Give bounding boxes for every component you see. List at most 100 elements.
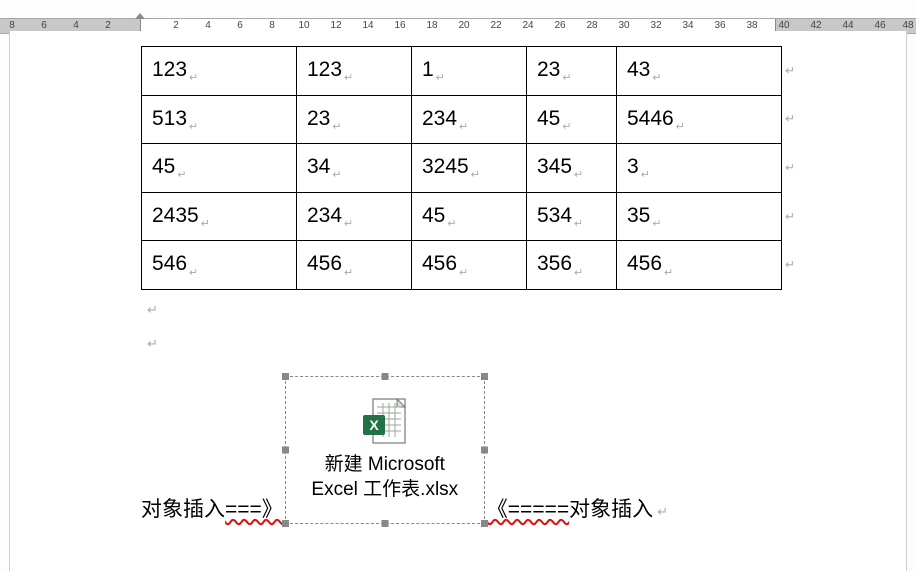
resize-handle-mid-left[interactable]: [282, 446, 289, 453]
cell-end-mark: ↵: [177, 169, 186, 181]
cell-end-mark: ↵: [652, 72, 661, 84]
ruler-number: 44: [838, 20, 858, 31]
table-cell[interactable]: 123↵: [297, 47, 412, 96]
resize-handle-bottom-left[interactable]: [282, 520, 289, 527]
cell-end-mark: ↵: [344, 267, 353, 279]
table-cell[interactable]: 1↵: [412, 47, 527, 96]
ruler-number: 36: [710, 20, 730, 31]
resize-handle-bottom-mid[interactable]: [381, 520, 388, 527]
ruler-number: 26: [550, 20, 570, 31]
table-cell[interactable]: 34↵: [297, 144, 412, 193]
cell-end-mark: ↵: [189, 267, 198, 279]
first-line-indent-marker[interactable]: [135, 13, 145, 19]
cell-value: 234: [422, 107, 457, 130]
cell-value: 123: [307, 58, 342, 81]
row-end-mark: ↵: [785, 111, 795, 128]
table-cell[interactable]: 35↵↵: [617, 192, 782, 241]
cell-end-mark: ↵: [574, 169, 583, 181]
cell-value: 2435: [152, 204, 199, 227]
cell-end-mark: ↵: [574, 218, 583, 230]
ruler-number: 22: [486, 20, 506, 31]
cell-value: 23: [307, 107, 330, 130]
table-cell[interactable]: 546↵: [142, 241, 297, 290]
resize-handle-top-mid[interactable]: [381, 373, 388, 380]
cell-value: 45: [152, 155, 175, 178]
table-cell[interactable]: 456↵↵: [617, 241, 782, 290]
embedded-excel-object[interactable]: X 新建 Microsoft Excel 工作表.xlsx: [285, 376, 485, 524]
data-table[interactable]: 123↵123↵1↵23↵43↵↵513↵23↵234↵45↵5446↵↵45↵…: [141, 46, 782, 290]
ruler-number: 6: [230, 20, 250, 31]
cell-end-mark: ↵: [189, 72, 198, 84]
cell-value: 456: [422, 252, 457, 275]
ruler-number: 20: [454, 20, 474, 31]
text-after-object: 《=====对象插入↵: [487, 495, 668, 524]
table-cell[interactable]: 456↵: [297, 241, 412, 290]
resize-handle-mid-right[interactable]: [481, 446, 488, 453]
resize-handle-top-left[interactable]: [282, 373, 289, 380]
table-row: 513↵23↵234↵45↵5446↵↵: [142, 95, 782, 144]
ruler-number: 4: [198, 20, 218, 31]
table-row: 45↵34↵3245↵345↵3↵↵: [142, 144, 782, 193]
table-cell[interactable]: 234↵: [297, 192, 412, 241]
cell-value: 1: [422, 58, 434, 81]
table-cell[interactable]: 3↵↵: [617, 144, 782, 193]
cell-value: 45: [422, 204, 445, 227]
embedded-object-filename: 新建 Microsoft Excel 工作表.xlsx: [305, 453, 464, 502]
cell-end-mark: ↵: [664, 267, 673, 279]
ruler-number: 2: [166, 20, 186, 31]
table-cell[interactable]: 534↵: [527, 192, 617, 241]
text-before-object: 对象插入===》: [141, 495, 283, 524]
paragraph-mark: ↵: [657, 504, 668, 519]
ruler-number: 32: [646, 20, 666, 31]
table-cell[interactable]: 45↵: [142, 144, 297, 193]
table-cell[interactable]: 2435↵: [142, 192, 297, 241]
table-cell[interactable]: 45↵: [412, 192, 527, 241]
table-cell[interactable]: 356↵: [527, 241, 617, 290]
ruler-number: 42: [806, 20, 826, 31]
table-cell[interactable]: 45↵: [527, 95, 617, 144]
ruler-number: 28: [582, 20, 602, 31]
cell-value: 3: [627, 155, 639, 178]
cell-value: 35: [627, 204, 650, 227]
cell-value: 3245: [422, 155, 469, 178]
cell-end-mark: ↵: [574, 267, 583, 279]
table-cell[interactable]: 234↵: [412, 95, 527, 144]
object-insertion-line: 对象插入===》: [141, 376, 777, 524]
ruler-number: 8: [2, 20, 22, 31]
ruler-number: 38: [742, 20, 762, 31]
cell-end-mark: ↵: [201, 218, 210, 230]
ruler-number: 14: [358, 20, 378, 31]
resize-handle-bottom-right[interactable]: [481, 520, 488, 527]
cell-value: 5446: [627, 107, 674, 130]
table-cell[interactable]: 456↵: [412, 241, 527, 290]
table-cell[interactable]: 5446↵↵: [617, 95, 782, 144]
cell-end-mark: ↵: [436, 72, 445, 84]
ruler-area: 8642246810121416182022242628303234363840…: [0, 3, 916, 31]
cell-value: 34: [307, 155, 330, 178]
cell-value: 456: [627, 252, 662, 275]
table-cell[interactable]: 23↵: [527, 47, 617, 96]
cell-end-mark: ↵: [641, 169, 650, 181]
ruler-number: 6: [34, 20, 54, 31]
ruler-number: 12: [326, 20, 346, 31]
cell-end-mark: ↵: [344, 218, 353, 230]
table-cell[interactable]: 3245↵: [412, 144, 527, 193]
ruler-number: 30: [614, 20, 634, 31]
cell-value: 534: [537, 204, 572, 227]
cell-end-mark: ↵: [344, 72, 353, 84]
table-cell[interactable]: 345↵: [527, 144, 617, 193]
table-cell[interactable]: 43↵↵: [617, 47, 782, 96]
cell-value: 123: [152, 58, 187, 81]
document-page[interactable]: 123↵123↵1↵23↵43↵↵513↵23↵234↵45↵5446↵↵45↵…: [9, 31, 907, 571]
cell-value: 356: [537, 252, 572, 275]
table-row: 546↵456↵456↵356↵456↵↵: [142, 241, 782, 290]
cell-end-mark: ↵: [562, 121, 571, 133]
cell-end-mark: ↵: [447, 218, 456, 230]
resize-handle-top-right[interactable]: [481, 373, 488, 380]
cell-value: 546: [152, 252, 187, 275]
table-cell[interactable]: 23↵: [297, 95, 412, 144]
table-cell[interactable]: 513↵: [142, 95, 297, 144]
text-segment: 对象插入: [569, 498, 653, 521]
table-cell[interactable]: 123↵: [142, 47, 297, 96]
cell-end-mark: ↵: [676, 121, 685, 133]
